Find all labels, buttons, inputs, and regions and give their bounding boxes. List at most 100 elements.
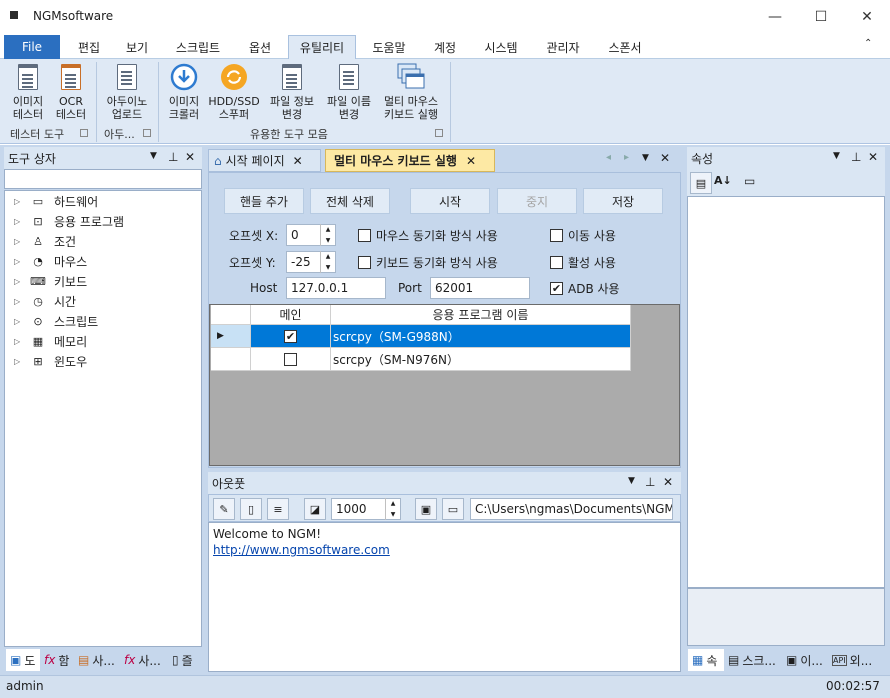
- tab-utility[interactable]: 유틸리티: [288, 35, 356, 59]
- zoom-stepper[interactable]: 1000 ▲ ▼: [331, 498, 401, 520]
- tab-view[interactable]: 보기: [114, 35, 160, 59]
- eraser-icon[interactable]: ◪: [304, 498, 326, 520]
- clean-icon[interactable]: ✎: [213, 498, 235, 520]
- adb-checkbox[interactable]: ✔ ADB 사용: [550, 280, 620, 297]
- tab-start-page[interactable]: ⌂ 시작 페이지 ✕: [208, 149, 321, 172]
- pin-icon[interactable]: ⊥: [851, 150, 861, 164]
- image-tester-button[interactable]: 이미지 테스터: [6, 62, 50, 121]
- favorites-tab[interactable]: ▯ 즐: [168, 649, 202, 671]
- row-header: [211, 348, 251, 371]
- offset-x-stepper[interactable]: 0 ▲ ▼: [286, 224, 336, 246]
- tab-help[interactable]: 도움말: [360, 35, 418, 59]
- collapse-ribbon-icon[interactable]: ⌃: [864, 38, 872, 49]
- file-info-change-button[interactable]: 파일 정보 변경: [262, 62, 322, 121]
- close-icon[interactable]: ✕: [293, 154, 303, 168]
- tab-options[interactable]: 옵션: [236, 35, 284, 59]
- close-icon[interactable]: ✕: [660, 151, 670, 165]
- toolbox-tab[interactable]: ▣ 도: [6, 649, 40, 671]
- spin-icon[interactable]: ▲ ▼: [385, 498, 400, 520]
- close-icon[interactable]: ✕: [466, 154, 476, 168]
- tree-item-application[interactable]: ▷ ⊡ 응용 프로그램: [14, 211, 124, 231]
- hdd-spoofer-button[interactable]: HDD/SSD 스푸퍼: [206, 62, 262, 121]
- grid-header-app-name[interactable]: 응용 프로그램 이름: [331, 305, 631, 325]
- tab-sponsor[interactable]: 스폰서: [596, 35, 654, 59]
- tree-item-condition[interactable]: ▷ ♙ 조건: [14, 231, 76, 251]
- dropdown-icon[interactable]: ▼: [642, 153, 649, 163]
- properties-tab[interactable]: ▦ 속: [688, 649, 724, 671]
- log-link[interactable]: http://www.ngmsoftware.com: [213, 542, 676, 558]
- scroll-right-icon[interactable]: ▸: [624, 152, 629, 163]
- tree-item-script[interactable]: ▷ ⊙ 스크립트: [14, 311, 98, 331]
- close-icon[interactable]: ✕: [185, 150, 195, 164]
- start-button[interactable]: 시작: [410, 188, 490, 214]
- script-tab[interactable]: ▤ 스크...: [724, 649, 782, 671]
- main-checkbox-cell[interactable]: ✔: [251, 325, 331, 348]
- spin-icon[interactable]: ▲ ▼: [320, 251, 335, 273]
- stop-button[interactable]: 중지: [497, 188, 577, 214]
- property-pages-icon[interactable]: ▭: [744, 174, 755, 188]
- pin-icon[interactable]: ⊥: [645, 475, 655, 489]
- categorized-icon[interactable]: ▤: [690, 172, 712, 194]
- spin-icon[interactable]: ▲ ▼: [320, 224, 335, 246]
- user-function-tab[interactable]: fx 사...: [120, 649, 168, 671]
- tab-multi-mouse[interactable]: 멀티 마우스 키보드 실행 ✕: [325, 149, 495, 172]
- add-handle-button[interactable]: 핸들 추가: [224, 188, 304, 214]
- tab-account[interactable]: 계정: [422, 35, 468, 59]
- group-launcher[interactable]: [80, 129, 88, 137]
- function-tab[interactable]: fx 함: [40, 649, 74, 671]
- maximize-button[interactable]: ☐: [798, 0, 844, 33]
- delete-all-button[interactable]: 전체 삭제: [310, 188, 390, 214]
- sort-alpha-icon[interactable]: A↓: [714, 174, 732, 187]
- move-checkbox[interactable]: 이동 사용: [550, 227, 616, 244]
- tree-item-window[interactable]: ▷ ⊞ 윈도우: [14, 351, 87, 371]
- arduino-upload-button[interactable]: 아두이노 업로드: [100, 62, 154, 121]
- pin-icon[interactable]: ⊥: [168, 150, 178, 164]
- tree-item-memory[interactable]: ▷ ▦ 메모리: [14, 331, 87, 351]
- path-field[interactable]: C:\Users\ngmas\Documents\NGM6\: [470, 498, 673, 520]
- grid-header-main[interactable]: 메인: [251, 305, 331, 325]
- new-file-icon[interactable]: ▯: [240, 498, 262, 520]
- offset-y-stepper[interactable]: -25 ▲ ▼: [286, 251, 336, 273]
- save-icon[interactable]: ▣: [415, 498, 437, 520]
- group-launcher[interactable]: [143, 129, 151, 137]
- file-rename-button[interactable]: 파일 이름 변경: [320, 62, 378, 121]
- multi-mouse-keyboard-button[interactable]: 멀티 마우스 키보드 실행: [376, 62, 446, 121]
- log-line: Welcome to NGM!: [213, 527, 322, 541]
- toolbox-search[interactable]: [4, 169, 202, 189]
- port-label: Port: [398, 281, 422, 295]
- save-button[interactable]: 저장: [583, 188, 663, 214]
- image-crawler-button[interactable]: 이미지 크롤러: [162, 62, 206, 121]
- close-button[interactable]: ✕: [844, 0, 890, 33]
- table-row[interactable]: scrcpy（SM-G988N）: [331, 325, 631, 348]
- ocr-tester-button[interactable]: OCR 테스터: [50, 62, 92, 121]
- keyboard-sync-checkbox[interactable]: 키보드 동기화 방식 사용: [358, 254, 498, 271]
- file-tab[interactable]: File: [4, 35, 60, 59]
- external-tab[interactable]: API 외...: [828, 649, 886, 671]
- mouse-sync-checkbox[interactable]: 마우스 동기화 방식 사용: [358, 227, 498, 244]
- tab-edit[interactable]: 편집: [66, 35, 112, 59]
- dropdown-icon[interactable]: ▼: [833, 151, 840, 161]
- tree-item-hardware[interactable]: ▷ ▭ 하드웨어: [14, 191, 98, 211]
- close-icon[interactable]: ✕: [868, 150, 878, 164]
- host-field[interactable]: 127.0.0.1: [286, 277, 386, 299]
- image-tab[interactable]: ▣ 이...: [782, 649, 828, 671]
- activate-checkbox[interactable]: 활성 사용: [550, 254, 616, 271]
- tab-system[interactable]: 시스템: [472, 35, 530, 59]
- tree-item-time[interactable]: ▷ ◷ 시간: [14, 291, 76, 311]
- port-field[interactable]: 62001: [430, 277, 530, 299]
- user-tab[interactable]: ▤ 사...: [74, 649, 120, 671]
- tree-item-keyboard[interactable]: ▷ ⌨ 키보드: [14, 271, 87, 291]
- list-icon[interactable]: ≡: [267, 498, 289, 520]
- minimize-button[interactable]: —: [752, 0, 798, 33]
- group-launcher[interactable]: [435, 129, 443, 137]
- table-row[interactable]: scrcpy（SM-N976N）: [331, 348, 631, 371]
- scroll-left-icon[interactable]: ◂: [606, 152, 611, 163]
- folder-icon[interactable]: ▭: [442, 498, 464, 520]
- tree-item-mouse[interactable]: ▷ ◔ 마우스: [14, 251, 87, 271]
- close-icon[interactable]: ✕: [663, 475, 673, 489]
- tab-script[interactable]: 스크립트: [164, 35, 232, 59]
- main-checkbox-cell[interactable]: [251, 348, 331, 371]
- dropdown-icon[interactable]: ▼: [150, 151, 157, 161]
- dropdown-icon[interactable]: ▼: [628, 476, 635, 486]
- tab-admin[interactable]: 관리자: [534, 35, 592, 59]
